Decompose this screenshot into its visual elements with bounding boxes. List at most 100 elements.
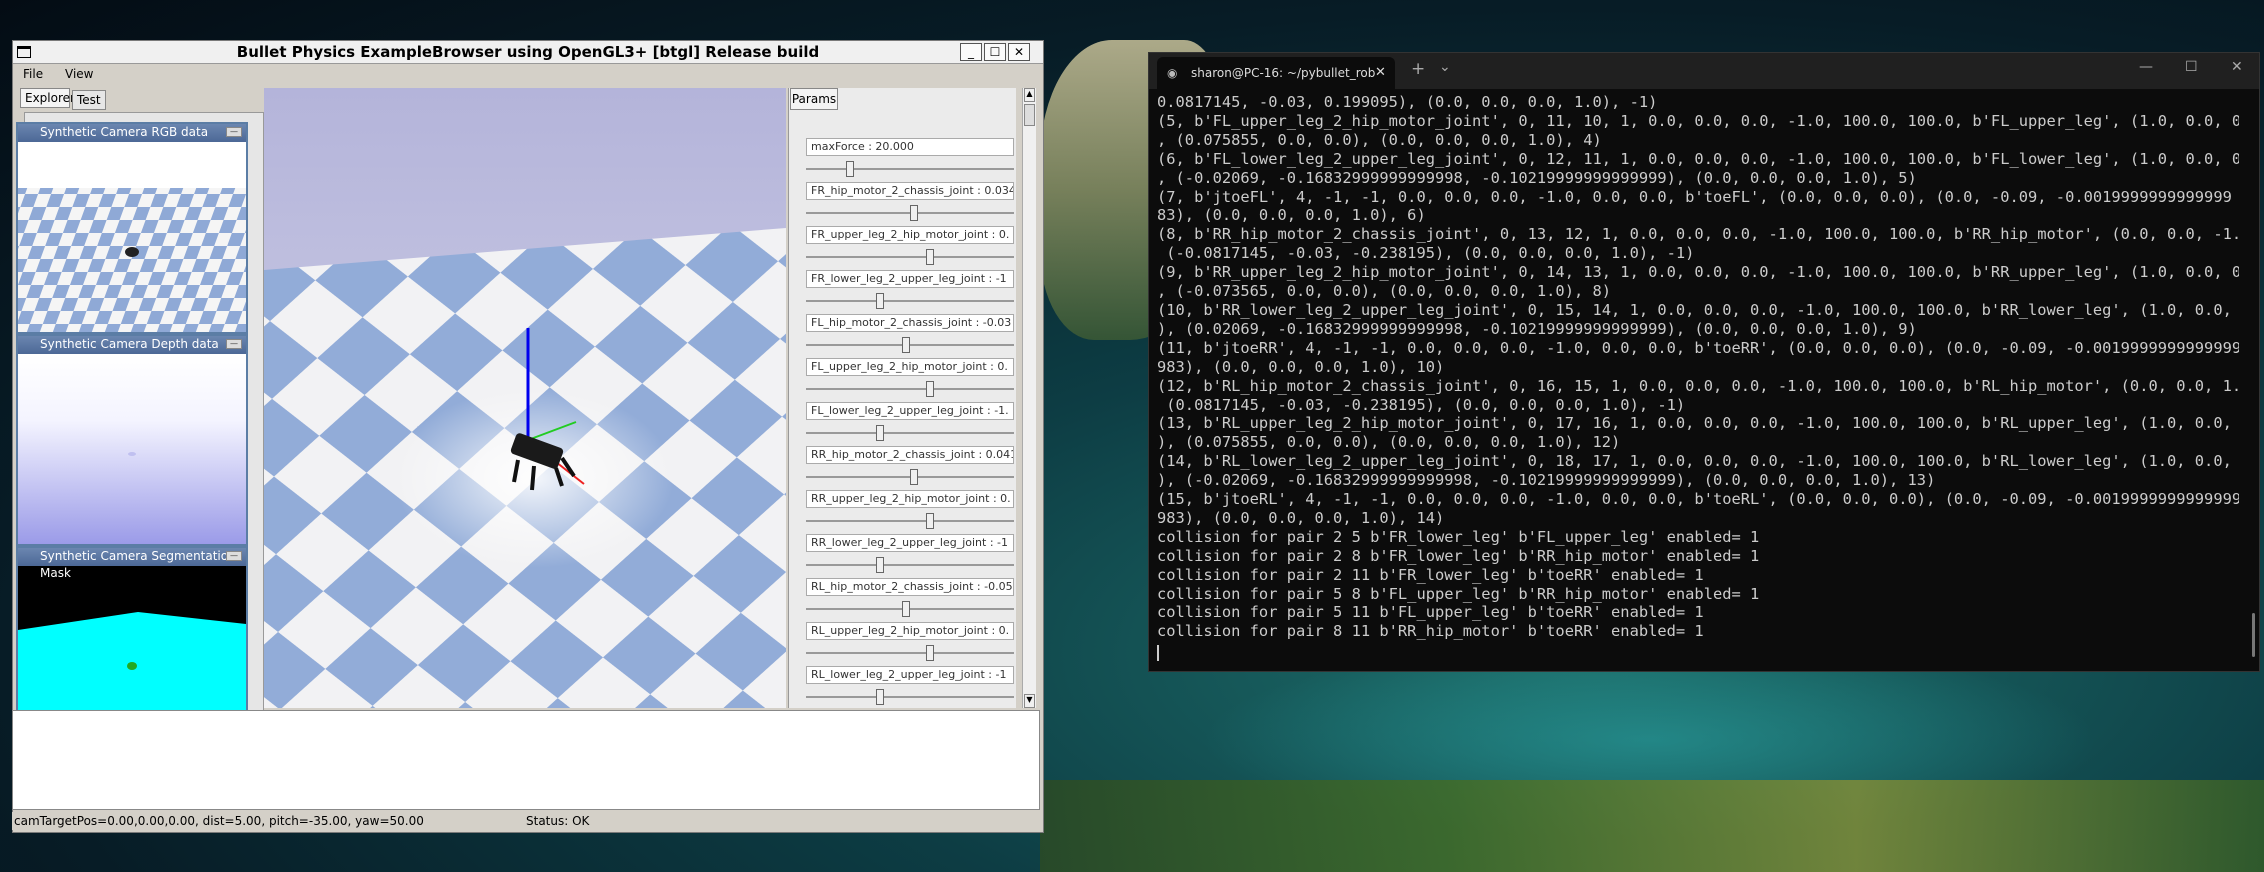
terminal-line: (10, b'RR_lower_leg_2_upper_leg_joint', … bbox=[1157, 300, 2239, 319]
depth-camera-panel[interactable]: Synthetic Camera Depth data — bbox=[16, 334, 248, 546]
segmentation-camera-title[interactable]: Synthetic Camera Segmentation Mask — bbox=[18, 548, 246, 580]
tab-dropdown-button[interactable]: ⌄ bbox=[1439, 59, 1451, 75]
slider-thumb[interactable] bbox=[846, 161, 854, 177]
slider-thumb[interactable] bbox=[902, 337, 910, 353]
slider-thumb[interactable] bbox=[926, 249, 934, 265]
slider-thumb[interactable] bbox=[926, 645, 934, 661]
param-field[interactable]: FL_lower_leg_2_upper_leg_joint : -1. bbox=[806, 402, 1014, 420]
param-field[interactable]: FL_upper_leg_2_hip_motor_joint : 0. bbox=[806, 358, 1014, 376]
new-tab-button[interactable]: + bbox=[1411, 59, 1425, 79]
terminal-line: (8, b'RR_hip_motor_2_chassis_joint', 0, … bbox=[1157, 225, 2239, 244]
menu-file[interactable]: File bbox=[23, 67, 43, 81]
menu-view[interactable]: View bbox=[65, 67, 93, 81]
slider-thumb[interactable] bbox=[876, 425, 884, 441]
params-scrollbar[interactable]: ▲ ▼ bbox=[1022, 88, 1036, 708]
minimize-button[interactable]: _ bbox=[960, 43, 982, 61]
param-slider[interactable] bbox=[806, 645, 1014, 661]
param-slider[interactable] bbox=[806, 205, 1014, 221]
slider-thumb[interactable] bbox=[902, 601, 910, 617]
collapse-icon[interactable]: — bbox=[226, 339, 242, 349]
param-field[interactable]: FR_upper_leg_2_hip_motor_joint : 0. bbox=[806, 226, 1014, 244]
terminal-output[interactable]: 0.0817145, -0.03, 0.199095), (0.0, 0.0, … bbox=[1157, 93, 2239, 665]
param-slider[interactable] bbox=[806, 557, 1014, 573]
slider-thumb[interactable] bbox=[876, 557, 884, 573]
linux-tux-icon: ◉ bbox=[1167, 66, 1178, 80]
window-titlebar[interactable]: Bullet Physics ExampleBrowser using Open… bbox=[13, 41, 1043, 64]
slider-thumb[interactable] bbox=[910, 205, 918, 221]
param-slider[interactable] bbox=[806, 513, 1014, 529]
param-slider[interactable] bbox=[806, 249, 1014, 265]
slider-thumb[interactable] bbox=[926, 381, 934, 397]
camera-status: camTargetPos=0.00,0.00,0.00, dist=5.00, … bbox=[14, 814, 424, 828]
tab-test[interactable]: Test bbox=[72, 90, 106, 110]
param-field[interactable]: maxForce : 20.000 bbox=[806, 138, 1014, 156]
param-field[interactable]: RL_upper_leg_2_hip_motor_joint : 0. bbox=[806, 622, 1014, 640]
status-bar: camTargetPos=0.00,0.00,0.00, dist=5.00, … bbox=[12, 812, 1040, 830]
param-slider[interactable] bbox=[806, 425, 1014, 441]
param-slider[interactable] bbox=[806, 161, 1014, 177]
close-tab-icon[interactable]: ✕ bbox=[1375, 57, 1386, 89]
maximize-button[interactable]: ☐ bbox=[984, 43, 1006, 61]
terminal-line: (9, b'RR_upper_leg_2_hip_motor_joint', 0… bbox=[1157, 263, 2239, 282]
slider-thumb[interactable] bbox=[876, 293, 884, 309]
terminal-window: ◉ sharon@PC-16: ~/pybullet_rob ✕ + ⌄ — ☐… bbox=[1148, 52, 2260, 672]
depth-camera-title-text: Synthetic Camera Depth data bbox=[40, 337, 219, 351]
console-output[interactable] bbox=[12, 710, 1040, 810]
param-slider[interactable] bbox=[806, 293, 1014, 309]
terminal-line: 983), (0.0, 0.0, 0.0, 1.0), 10) bbox=[1157, 357, 1445, 376]
terminal-maximize-button[interactable]: ☐ bbox=[2185, 59, 2198, 75]
param-field[interactable]: RR_hip_motor_2_chassis_joint : 0.041 bbox=[806, 446, 1014, 464]
terminal-line: , (0.075855, 0.0, 0.0), (0.0, 0.0, 0.0, … bbox=[1157, 130, 1602, 149]
terminal-line: 83), (0.0, 0.0, 0.0, 1.0), 6) bbox=[1157, 206, 1426, 225]
param-field[interactable]: RR_lower_leg_2_upper_leg_joint : -1 bbox=[806, 534, 1014, 552]
terminal-line: collision for pair 2 8 b'FR_lower_leg' b… bbox=[1157, 546, 1760, 565]
param-field[interactable]: RR_upper_leg_2_hip_motor_joint : 0. bbox=[806, 490, 1014, 508]
terminal-scrollbar[interactable] bbox=[2252, 613, 2255, 657]
collapse-icon[interactable]: — bbox=[226, 127, 242, 137]
scroll-thumb[interactable] bbox=[1024, 104, 1035, 126]
param-field[interactable]: FR_lower_leg_2_upper_leg_joint : -1 bbox=[806, 270, 1014, 288]
terminal-line: , (-0.02069, -0.16832999999999998, -0.10… bbox=[1157, 168, 1917, 187]
terminal-line: collision for pair 2 11 b'FR_lower_leg' … bbox=[1157, 565, 1704, 584]
terminal-line: 0.0817145, -0.03, 0.199095), (0.0, 0.0, … bbox=[1157, 93, 1658, 111]
terminal-line: (-0.0817145, -0.03, -0.238195), (0.0, 0.… bbox=[1157, 244, 1695, 263]
scroll-down-icon[interactable]: ▼ bbox=[1024, 694, 1035, 708]
param-field[interactable]: RL_lower_leg_2_upper_leg_joint : -1 bbox=[806, 666, 1014, 684]
close-button[interactable]: ✕ bbox=[1008, 43, 1030, 61]
terminal-titlebar[interactable]: ◉ sharon@PC-16: ~/pybullet_rob ✕ + ⌄ — ☐… bbox=[1149, 53, 2259, 89]
param-slider[interactable] bbox=[806, 337, 1014, 353]
param-field[interactable]: FL_hip_motor_2_chassis_joint : -0.03 bbox=[806, 314, 1014, 332]
terminal-line: collision for pair 2 5 b'FR_lower_leg' b… bbox=[1157, 527, 1760, 546]
tab-explorer[interactable]: Explorer bbox=[20, 88, 75, 108]
rgb-camera-title[interactable]: Synthetic Camera RGB data — bbox=[18, 124, 246, 142]
status-ok: Status: OK bbox=[526, 814, 590, 828]
terminal-minimize-button[interactable]: — bbox=[2139, 59, 2153, 75]
terminal-line: (5, b'FL_upper_leg_2_hip_motor_joint', 0… bbox=[1157, 111, 2239, 130]
window-title: Bullet Physics ExampleBrowser using Open… bbox=[236, 43, 820, 61]
param-slider[interactable] bbox=[806, 689, 1014, 705]
slider-thumb[interactable] bbox=[926, 513, 934, 529]
tab-params[interactable]: Params bbox=[790, 88, 838, 110]
param-slider[interactable] bbox=[806, 469, 1014, 485]
rgb-camera-title-text: Synthetic Camera RGB data bbox=[40, 125, 209, 139]
terminal-tab[interactable]: ◉ sharon@PC-16: ~/pybullet_rob ✕ bbox=[1157, 57, 1395, 89]
param-slider[interactable] bbox=[806, 601, 1014, 617]
terminal-line: (12, b'RL_hip_motor_2_chassis_joint', 0,… bbox=[1157, 376, 2239, 395]
scroll-up-icon[interactable]: ▲ bbox=[1024, 88, 1035, 102]
terminal-close-button[interactable]: ✕ bbox=[2231, 59, 2243, 75]
depth-camera-title[interactable]: Synthetic Camera Depth data — bbox=[18, 336, 246, 354]
collapse-icon[interactable]: — bbox=[226, 551, 242, 561]
param-field[interactable]: RL_hip_motor_2_chassis_joint : -0.05 bbox=[806, 578, 1014, 596]
rgb-camera-panel[interactable]: Synthetic Camera RGB data — bbox=[16, 122, 248, 334]
param-slider[interactable] bbox=[806, 381, 1014, 397]
param-field[interactable]: FR_hip_motor_2_chassis_joint : 0.034 bbox=[806, 182, 1014, 200]
3d-viewport[interactable] bbox=[264, 88, 786, 708]
slider-thumb[interactable] bbox=[910, 469, 918, 485]
terminal-line: (14, b'RL_lower_leg_2_upper_leg_joint', … bbox=[1157, 452, 2239, 471]
terminal-line: (13, b'RL_upper_leg_2_hip_motor_joint', … bbox=[1157, 414, 2239, 433]
terminal-line: ), (-0.02069, -0.16832999999999998, -0.1… bbox=[1157, 471, 1936, 490]
terminal-line: collision for pair 5 8 b'FL_upper_leg' b… bbox=[1157, 584, 1760, 603]
terminal-line: (15, b'jtoeRL', 4, -1, -1, 0.0, 0.0, 0.0… bbox=[1157, 490, 2239, 509]
slider-thumb[interactable] bbox=[876, 689, 884, 705]
